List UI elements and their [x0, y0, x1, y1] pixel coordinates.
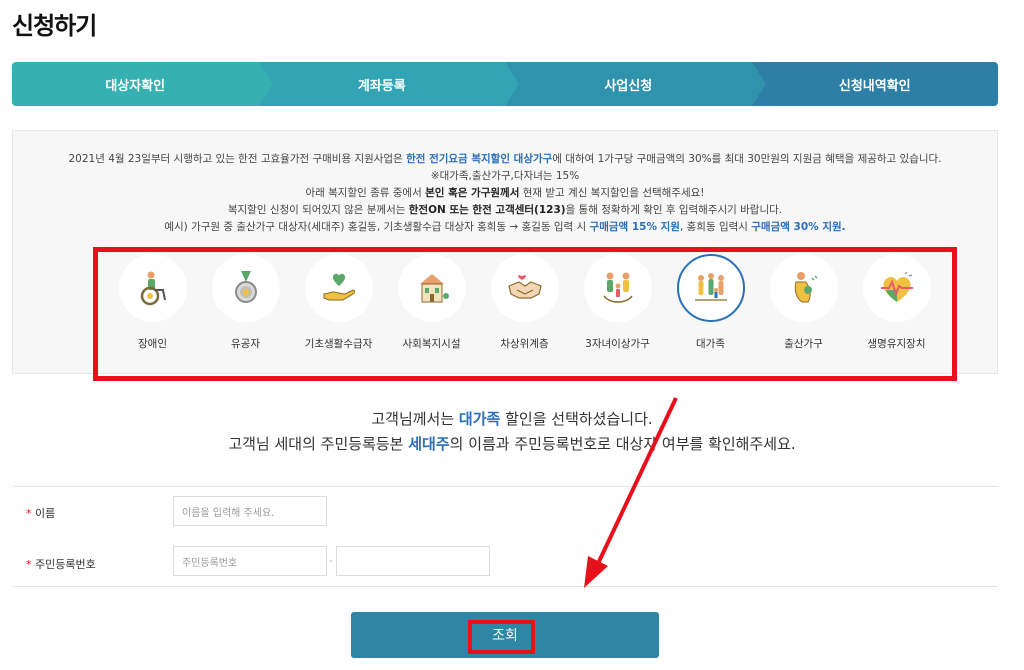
info-text: 2021년 4월 23일부터 시행하고 있는 한전 고효율가전 구매비용 지원사… — [13, 151, 997, 236]
category-three-children[interactable]: 3자녀이상가구 — [571, 252, 664, 378]
id-number-back-input[interactable] — [336, 546, 490, 576]
category-near-poverty[interactable]: 차상위계층 — [478, 252, 571, 378]
form-divider-top — [12, 486, 998, 487]
step-progress-bar: 대상자확인 계좌등록 사업신청 신청내역확인 — [12, 62, 998, 106]
id-separator: - — [329, 556, 333, 567]
info-line-3: 아래 복지할인 종류 중에서 본인 혹은 가구원께서 현재 받고 계신 복지할인… — [305, 187, 705, 199]
info-line-5: 예시) 가구원 중 출산가구 대상자(세대주) 홍길동, 기초생활수급 대상자 … — [164, 221, 846, 233]
discount-category-list: 장애인 유공자 기초생활수급자 사회복지시설 차상위계층 3자녀이상가구 대가족… — [96, 252, 956, 378]
step-arrow — [751, 62, 766, 106]
id-number-front-input[interactable]: 주민등록번호 — [173, 546, 327, 576]
page-title: 신청하기 — [12, 12, 97, 40]
lookup-button-label: 조회 — [492, 628, 518, 644]
building-icon — [397, 254, 466, 322]
category-label: 차상위계층 — [500, 338, 549, 350]
category-birth-household[interactable]: 출산가구 — [757, 252, 850, 378]
info-line-2: ※대가족,출산가구,다자녀는 15% — [430, 170, 580, 182]
category-label: 3자녀이상가구 — [585, 338, 650, 350]
step-label: 신청내역확인 — [838, 78, 911, 94]
step-history-check: 신청내역확인 — [751, 62, 998, 106]
name-label: * 이름 — [26, 507, 56, 520]
name-input[interactable]: 이름을 입력해 주세요. — [173, 496, 327, 526]
category-merit[interactable]: 유공자 — [199, 252, 292, 378]
category-label: 기초생활수급자 — [304, 338, 373, 350]
step-account-register: 계좌등록 — [258, 62, 519, 106]
step-label: 계좌등록 — [357, 78, 406, 94]
category-big-family[interactable]: 대가족 — [664, 252, 757, 378]
step-label: 사업신청 — [604, 78, 653, 94]
category-label: 생명유지장치 — [867, 338, 926, 350]
step-arrow — [258, 62, 273, 106]
category-disabled[interactable]: 장애인 — [106, 252, 199, 378]
selection-message: 고객님께서는 대가족 할인을 선택하셨습니다. — [371, 410, 653, 428]
info-line-1: 2021년 4월 23일부터 시행하고 있는 한전 고효율가전 구매비용 지원사… — [68, 153, 942, 165]
big-family-icon — [676, 254, 745, 322]
hand-heart-icon — [304, 254, 373, 322]
step-arrow — [505, 62, 519, 106]
medal-icon — [211, 254, 280, 322]
category-welfare-facility[interactable]: 사회복지시설 — [385, 252, 478, 378]
category-life-support[interactable]: 생명유지장치 — [850, 252, 943, 378]
wheelchair-icon — [118, 254, 187, 322]
step-target-check: 대상자확인 — [12, 62, 273, 106]
info-line-4: 복지할인 신청이 되어있지 않은 분께서는 한전ON 또는 한전 고객센터(12… — [227, 204, 783, 216]
category-label: 장애인 — [138, 338, 167, 350]
lookup-button[interactable]: 조회 — [351, 612, 659, 658]
step-label: 대상자확인 — [105, 78, 166, 94]
family-icon — [583, 254, 652, 322]
category-label: 출산가구 — [784, 338, 823, 350]
id-label: * 주민등록번호 — [26, 558, 96, 571]
category-label: 유공자 — [231, 338, 260, 350]
instruction-message: 고객님 세대의 주민등록등본 세대주의 이름과 주민등록번호로 대상자 여부를 … — [228, 435, 796, 453]
form-divider-bottom — [12, 586, 998, 587]
category-basic-livelihood[interactable]: 기초생활수급자 — [292, 252, 385, 378]
handshake-icon — [490, 254, 559, 322]
heartbeat-icon — [862, 254, 931, 322]
category-label: 대가족 — [696, 338, 725, 350]
mother-baby-icon — [769, 254, 838, 322]
step-business-apply: 사업신청 — [505, 62, 766, 106]
category-label: 사회복지시설 — [402, 338, 461, 350]
